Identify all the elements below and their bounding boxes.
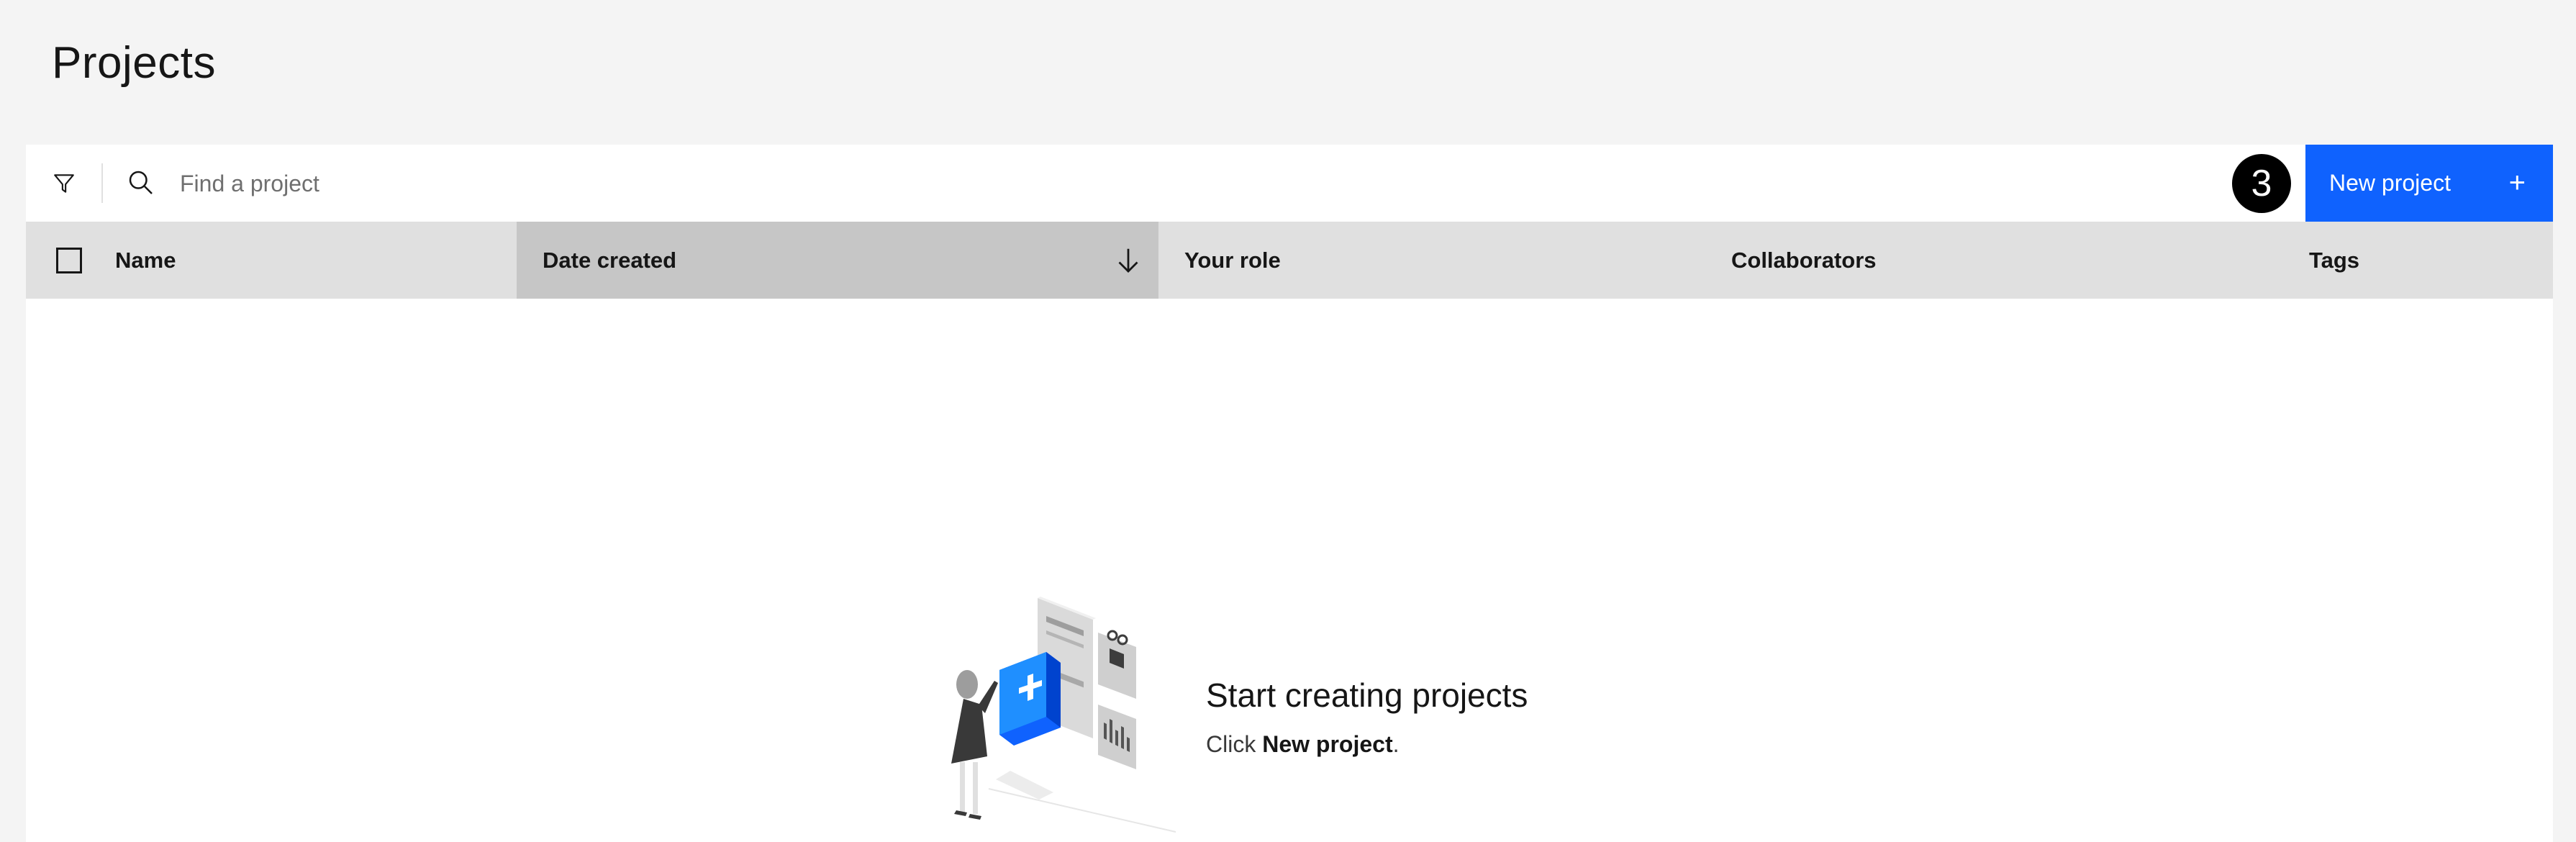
column-header-tags[interactable]: Tags bbox=[2309, 222, 2525, 299]
column-header-label: Date created bbox=[543, 247, 677, 273]
toolbar-divider bbox=[101, 163, 103, 203]
column-header-label: Your role bbox=[1184, 247, 1281, 273]
new-project-button[interactable]: New project + bbox=[2305, 145, 2553, 222]
toolbar: 3 New project + bbox=[26, 145, 2553, 222]
column-header-your-role[interactable]: Your role bbox=[1184, 222, 1688, 299]
empty-state-title: Start creating projects bbox=[1206, 676, 1528, 714]
column-header-collaborators[interactable]: Collaborators bbox=[1731, 222, 2235, 299]
new-project-label: New project bbox=[2329, 170, 2451, 196]
column-header-label: Collaborators bbox=[1731, 247, 1877, 273]
search-icon bbox=[129, 171, 153, 194]
select-all-checkbox[interactable] bbox=[56, 248, 82, 273]
column-header-label: Tags bbox=[2309, 247, 2360, 273]
column-header-date-created[interactable]: Date created bbox=[517, 222, 1158, 299]
column-header-label: Name bbox=[115, 247, 176, 273]
page-title: Projects bbox=[52, 38, 216, 88]
filter-icon bbox=[53, 173, 74, 193]
table-header: Name Date created Your role Collaborator… bbox=[26, 222, 2553, 299]
empty-state-desc-prefix: Click bbox=[1206, 731, 1263, 757]
column-header-name[interactable]: Name bbox=[115, 222, 541, 299]
search-input[interactable] bbox=[180, 160, 2195, 207]
sort-descending-icon bbox=[1118, 248, 1138, 273]
plus-icon: + bbox=[2508, 167, 2526, 199]
empty-state-desc-suffix: . bbox=[1392, 731, 1400, 757]
empty-state-illustration bbox=[951, 597, 1176, 833]
empty-state-desc-bold: New project bbox=[1262, 731, 1393, 757]
step-badge: 3 bbox=[2232, 154, 2291, 213]
empty-state-description: Click New project. bbox=[1206, 731, 1399, 758]
filter-button[interactable] bbox=[26, 145, 101, 222]
projects-panel: 3 New project + Name Date created Your r… bbox=[26, 145, 2553, 842]
